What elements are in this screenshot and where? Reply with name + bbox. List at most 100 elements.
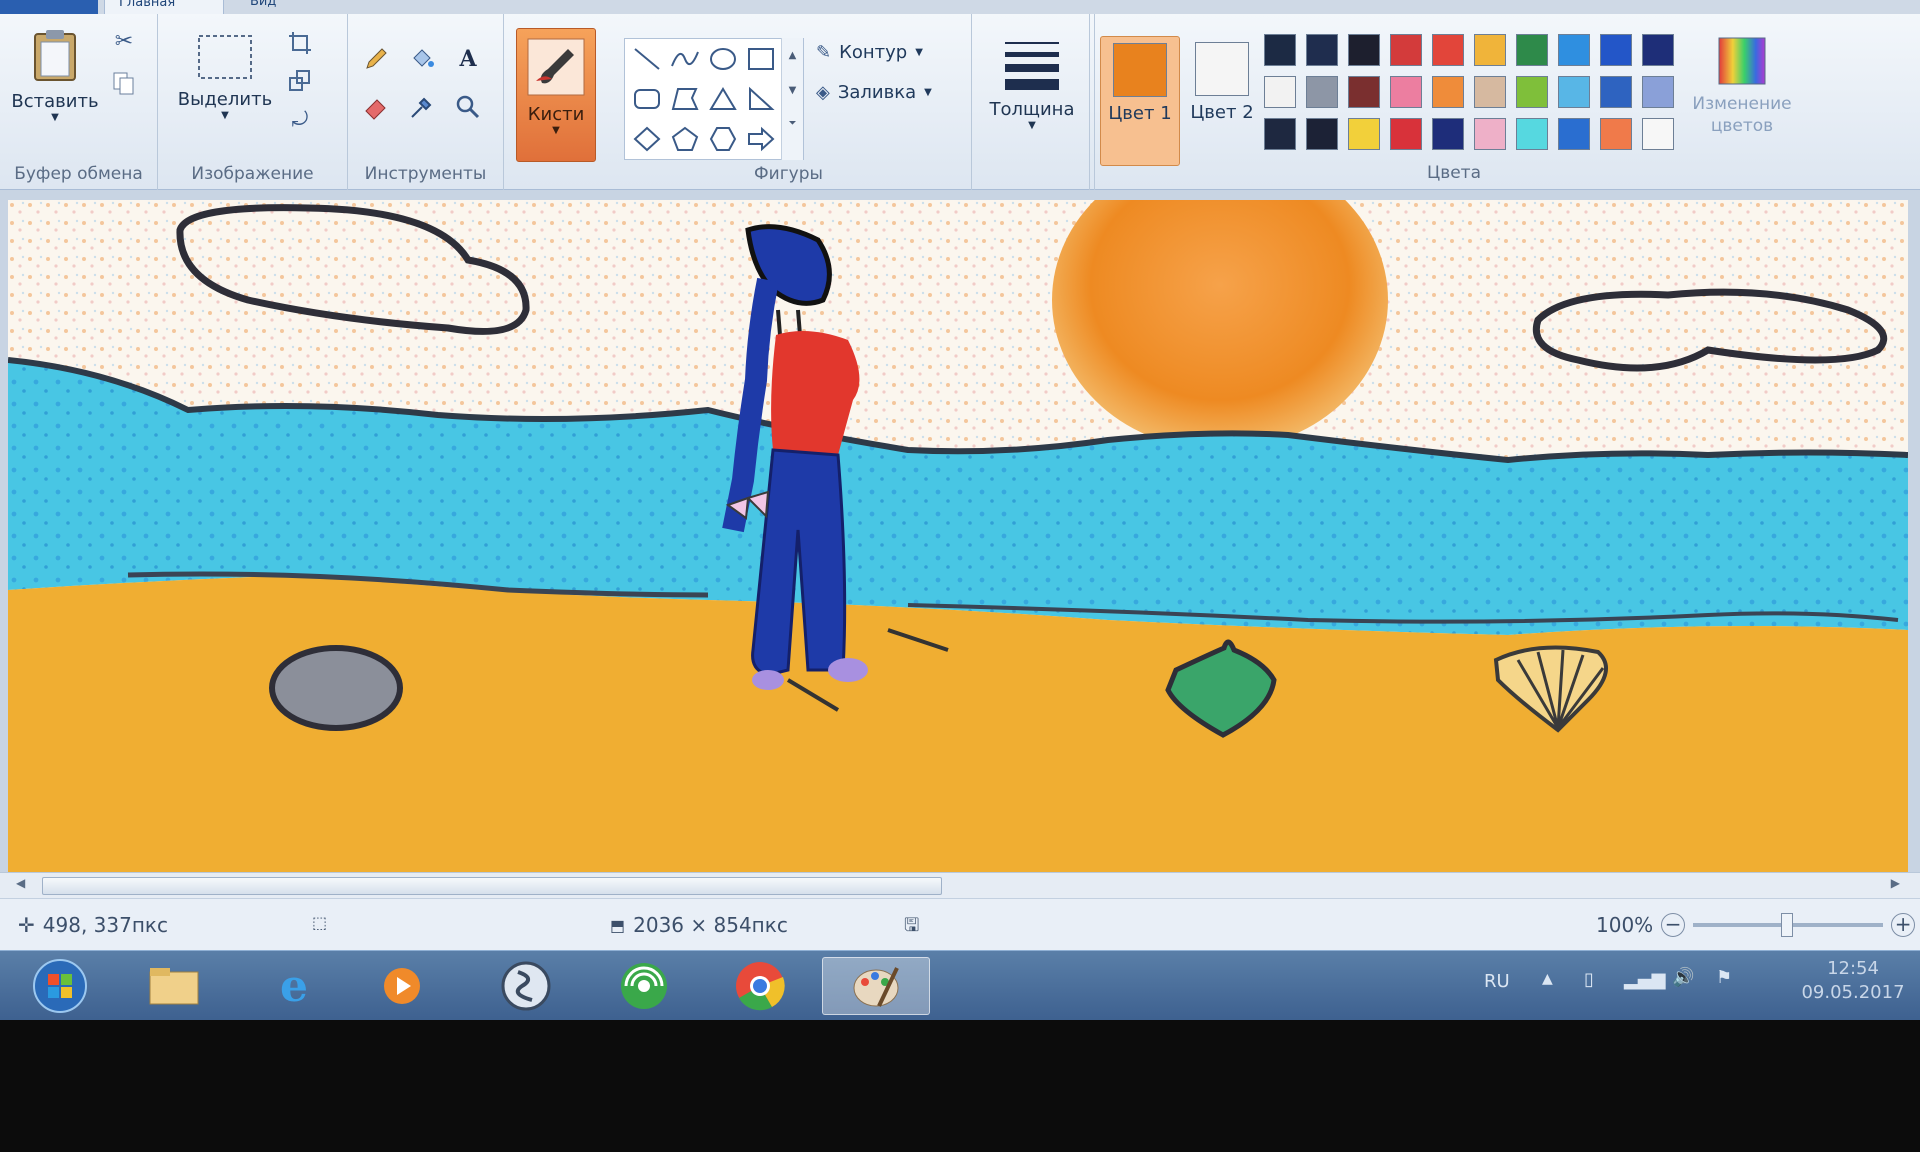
text-tool[interactable]: A [450, 42, 486, 76]
copy-button[interactable] [106, 66, 142, 100]
tab-file[interactable] [0, 0, 98, 14]
fill-dropdown[interactable]: ◈ Заливка ▼ [816, 82, 932, 103]
fill-tool[interactable] [404, 42, 440, 76]
clock-date: 09.05.2017 [1801, 982, 1905, 1003]
rectangle-shape[interactable] [743, 41, 779, 77]
palette-swatch[interactable] [1306, 34, 1338, 66]
palette-swatch[interactable] [1600, 118, 1632, 150]
signal-icon[interactable]: ▂▄▆ [1624, 969, 1666, 990]
network-app-icon[interactable] [604, 957, 684, 1015]
tray-expand-icon[interactable]: ▲ [1542, 971, 1553, 987]
palette-swatch[interactable] [1642, 76, 1674, 108]
steam-like-icon[interactable] [486, 957, 566, 1015]
color1-button[interactable]: Цвет 1 [1100, 36, 1180, 166]
clock[interactable]: 12:54 09.05.2017 [1798, 957, 1908, 1005]
tab-home[interactable]: Главная [104, 0, 224, 14]
scroll-down-icon[interactable]: ▼ [782, 85, 803, 96]
palette-swatch[interactable] [1432, 34, 1464, 66]
palette-swatch[interactable] [1474, 34, 1506, 66]
palette-swatch[interactable] [1600, 76, 1632, 108]
oval-shape[interactable] [705, 41, 741, 77]
palette-swatch[interactable] [1348, 118, 1380, 150]
palette-swatch[interactable] [1306, 118, 1338, 150]
tab-view[interactable]: Вид [236, 0, 326, 14]
resize-button[interactable] [282, 64, 318, 98]
palette-swatch[interactable] [1264, 76, 1296, 108]
zoom-slider-thumb[interactable] [1781, 913, 1794, 937]
zoom-in-button[interactable]: + [1891, 913, 1916, 937]
shapes-scroll[interactable]: ▲ ▼ ⏷ [781, 38, 803, 160]
media-player-icon[interactable] [362, 957, 442, 1015]
volume-icon[interactable]: 🔊 [1672, 967, 1694, 988]
rotate-button[interactable]: ⤾ [282, 102, 318, 136]
palette-swatch[interactable] [1348, 34, 1380, 66]
palette-swatch[interactable] [1642, 34, 1674, 66]
eraser-tool[interactable] [358, 90, 394, 124]
scroll-thumb[interactable] [42, 877, 942, 895]
crop-button[interactable] [282, 26, 318, 60]
drawing-canvas[interactable] [8, 200, 1908, 872]
right-triangle-shape[interactable] [743, 81, 779, 117]
triangle-shape[interactable] [705, 81, 741, 117]
palette-swatch[interactable] [1516, 118, 1548, 150]
palette-swatch[interactable] [1516, 34, 1548, 66]
rounded-rectangle-shape[interactable] [629, 81, 665, 117]
magnifier-tool[interactable] [450, 90, 486, 124]
palette-swatch[interactable] [1516, 76, 1548, 108]
palette-swatch[interactable] [1558, 34, 1590, 66]
select-button[interactable]: Выделить ▼ [170, 32, 280, 121]
zoom-out-button[interactable]: − [1661, 913, 1686, 937]
palette-swatch[interactable] [1474, 76, 1506, 108]
diamond-shape[interactable] [629, 121, 665, 157]
palette-swatch[interactable] [1432, 76, 1464, 108]
polygon-shape[interactable] [667, 81, 703, 117]
palette-swatch[interactable] [1600, 34, 1632, 66]
horizontal-scrollbar[interactable]: ◀ ▶ [0, 872, 1920, 898]
pencil-tool[interactable] [358, 42, 394, 76]
palette-swatch[interactable] [1642, 118, 1674, 150]
action-center-flag-icon[interactable]: ⚑ [1716, 967, 1732, 988]
canvas-size-icon: ⬒ [610, 915, 626, 935]
palette-swatch[interactable] [1558, 76, 1590, 108]
brushes-button[interactable]: Кисти ▼ [516, 28, 596, 162]
palette-swatch[interactable] [1264, 34, 1296, 66]
edit-colors-button[interactable]: Изменение цветов [1686, 34, 1798, 137]
curve-shape[interactable] [667, 41, 703, 77]
ribbon: Вставить ▼ ✂ Буфер обмена Выделить ▼ ⤾ И… [0, 14, 1920, 190]
language-indicator[interactable]: RU [1484, 971, 1510, 992]
size-button[interactable]: Толщина ▼ [982, 34, 1082, 131]
palette-swatch[interactable] [1348, 76, 1380, 108]
cut-button[interactable]: ✂ [106, 24, 142, 58]
palette-swatch[interactable] [1390, 118, 1422, 150]
start-orb-icon[interactable] [20, 957, 100, 1015]
color-picker-tool[interactable] [404, 90, 440, 124]
image-dimensions: ⬒ 2036 × 854пкс [610, 913, 788, 937]
palette-swatch[interactable] [1390, 34, 1422, 66]
color2-button[interactable]: Цвет 2 [1182, 36, 1262, 166]
expand-icon[interactable]: ⏷ [782, 118, 803, 129]
zoom-slider[interactable] [1693, 913, 1884, 937]
internet-explorer-icon[interactable]: e [254, 957, 334, 1015]
hexagon-shape[interactable] [705, 121, 741, 157]
outline-dropdown[interactable]: ✎ Контур ▼ [816, 42, 923, 63]
palette-swatch[interactable] [1432, 118, 1464, 150]
palette-swatch[interactable] [1306, 76, 1338, 108]
palette-swatch[interactable] [1264, 118, 1296, 150]
palette-swatch[interactable] [1474, 118, 1506, 150]
right-arrow-shape[interactable] [743, 121, 779, 157]
paint-icon[interactable] [822, 957, 930, 1015]
pentagon-shape[interactable] [667, 121, 703, 157]
scroll-left-icon[interactable]: ◀ [16, 876, 25, 890]
palette-swatch[interactable] [1390, 76, 1422, 108]
tools-group: A Инструменты [348, 14, 504, 190]
paste-button[interactable]: Вставить ▼ [6, 28, 104, 123]
scroll-right-icon[interactable]: ▶ [1891, 876, 1900, 890]
chrome-icon[interactable] [720, 957, 800, 1015]
fill-label: Заливка [837, 82, 917, 103]
palette-swatch[interactable] [1558, 118, 1590, 150]
battery-icon[interactable]: ▯ [1584, 969, 1594, 990]
line-shape[interactable] [629, 41, 665, 77]
color2-label: Цвет 2 [1190, 102, 1254, 123]
explorer-icon[interactable] [134, 957, 214, 1015]
scroll-up-icon[interactable]: ▲ [782, 50, 803, 61]
